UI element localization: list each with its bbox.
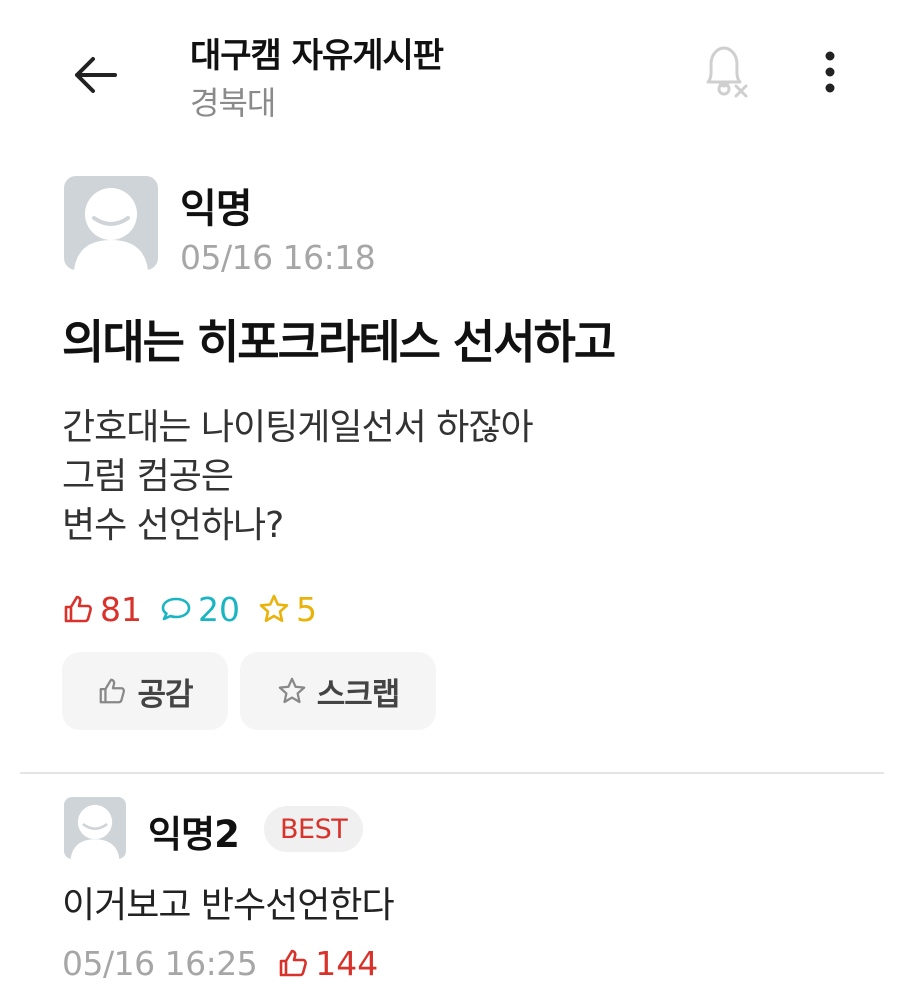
comment-like-value: 144 (315, 943, 379, 983)
more-options-button[interactable] (806, 40, 854, 104)
comment-count-value: 20 (198, 589, 240, 629)
back-arrow-icon (75, 57, 117, 93)
like-count-value: 81 (100, 589, 142, 629)
comment-meta: 05/16 16:25 144 (62, 940, 378, 986)
post-body-line: 간호대는 나이팅게일선서 하잖아 (62, 407, 534, 448)
post-title: 의대는 히포크라테스 선서하고 (62, 315, 616, 369)
school-name: 경북대 (190, 84, 276, 122)
scrap-count: 5 (258, 590, 317, 629)
comment-author: 익명2 (148, 813, 240, 856)
like-count: 81 (62, 590, 142, 629)
avatar-icon (74, 188, 148, 270)
like-button[interactable]: 공감 (62, 652, 228, 730)
post-author: 익명 (180, 186, 253, 232)
star-icon (278, 677, 306, 704)
comment-author-avatar (64, 797, 126, 859)
thumbs-up-icon (279, 949, 308, 977)
like-button-label: 공감 (137, 676, 193, 713)
thumbs-up-icon (100, 678, 126, 704)
more-vertical-icon (825, 51, 835, 93)
star-icon (259, 594, 289, 622)
post-body-line: 그럼 컴공은 (62, 456, 234, 497)
comment-count: 20 (160, 590, 240, 629)
thumbs-up-icon (64, 595, 92, 623)
best-badge: BEST (264, 806, 364, 852)
comment-like-count: 144 (277, 944, 378, 983)
scrap-button-label: 스크랩 (316, 676, 401, 713)
scrap-button[interactable]: 스크랩 (240, 652, 436, 730)
avatar-icon (70, 804, 120, 859)
notification-toggle-button[interactable] (694, 40, 758, 104)
bell-off-icon (706, 46, 748, 98)
post-stats: 81 20 5 (62, 588, 335, 630)
post-body-line: 변수 선언하나? (62, 505, 284, 546)
comment-timestamp: 05/16 16:25 (62, 943, 258, 983)
author-avatar (64, 176, 158, 270)
divider (20, 772, 884, 774)
board-title: 대구캠 자유게시판 (190, 36, 444, 76)
speech-bubble-icon (161, 597, 191, 621)
scrap-count-value: 5 (296, 589, 317, 629)
back-button[interactable] (60, 44, 130, 106)
comment-text: 이거보고 반수선언한다 (62, 885, 395, 926)
post-timestamp: 05/16 16:18 (180, 238, 376, 277)
